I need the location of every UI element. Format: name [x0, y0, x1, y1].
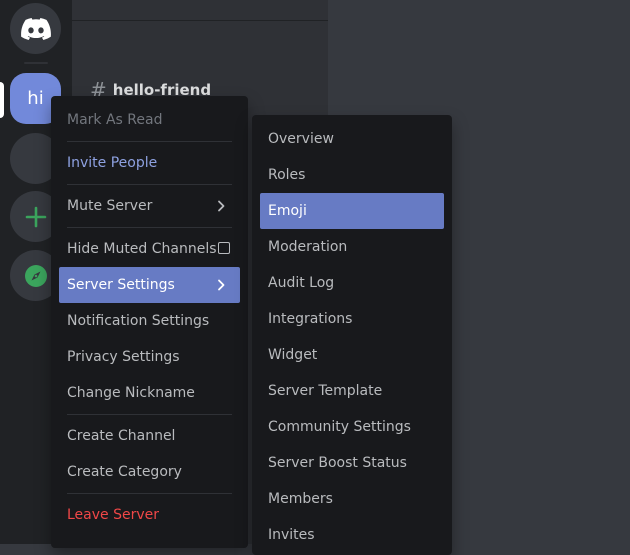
rail-divider [24, 62, 48, 64]
compass-icon [24, 264, 47, 287]
submenu-roles[interactable]: Roles [260, 157, 444, 193]
submenu-audit-log[interactable]: Audit Log [260, 265, 444, 301]
server-header [72, 0, 328, 21]
submenu-emoji[interactable]: Emoji [260, 193, 444, 229]
menu-item-label: Mute Server [67, 198, 153, 214]
menu-create-channel[interactable]: Create Channel [59, 418, 240, 454]
submenu-item-label: Emoji [268, 203, 307, 219]
active-server-pill [0, 82, 4, 118]
menu-mark-as-read[interactable]: Mark As Read [59, 102, 240, 138]
menu-divider [67, 227, 232, 228]
submenu-item-label: Integrations [268, 311, 353, 327]
menu-item-label: Change Nickname [67, 385, 195, 401]
menu-item-label: Create Category [67, 464, 182, 480]
submenu-item-label: Community Settings [268, 419, 411, 435]
menu-divider [67, 414, 232, 415]
menu-privacy-settings[interactable]: Privacy Settings [59, 339, 240, 375]
chevron-right-icon [218, 279, 225, 291]
menu-item-label: Hide Muted Channels [67, 241, 217, 257]
submenu-item-label: Audit Log [268, 275, 335, 291]
submenu-server-template[interactable]: Server Template [260, 373, 444, 409]
server-settings-submenu: Overview Roles Emoji Moderation Audit Lo… [252, 115, 452, 555]
server-hi-label: hi [27, 88, 44, 109]
submenu-item-label: Server Template [268, 383, 383, 399]
menu-create-category[interactable]: Create Category [59, 454, 240, 490]
menu-divider [67, 184, 232, 185]
chevron-right-icon [218, 200, 225, 212]
menu-item-label: Privacy Settings [67, 349, 180, 365]
submenu-item-label: Widget [268, 347, 318, 363]
home-button[interactable] [10, 3, 61, 54]
submenu-moderation[interactable]: Moderation [260, 229, 444, 265]
menu-invite-people[interactable]: Invite People [59, 145, 240, 181]
submenu-item-label: Server Boost Status [268, 455, 407, 471]
menu-mute-server[interactable]: Mute Server [59, 188, 240, 224]
submenu-integrations[interactable]: Integrations [260, 301, 444, 337]
discord-logo-icon [20, 17, 51, 40]
menu-item-label: Invite People [67, 155, 158, 171]
menu-server-settings[interactable]: Server Settings [59, 267, 240, 303]
submenu-community-settings[interactable]: Community Settings [260, 409, 444, 445]
submenu-widget[interactable]: Widget [260, 337, 444, 373]
submenu-server-boost-status[interactable]: Server Boost Status [260, 445, 444, 481]
menu-item-label: Create Channel [67, 428, 176, 444]
menu-notification-settings[interactable]: Notification Settings [59, 303, 240, 339]
menu-item-label: Notification Settings [67, 313, 210, 329]
menu-divider [67, 493, 232, 494]
menu-item-label: Server Settings [67, 277, 175, 293]
server-context-menu: Mark As Read Invite People Mute Server H… [51, 96, 248, 548]
submenu-invites[interactable]: Invites [260, 517, 444, 553]
menu-leave-server[interactable]: Leave Server [59, 497, 240, 533]
submenu-overview[interactable]: Overview [260, 121, 444, 157]
checkbox-icon[interactable] [218, 242, 230, 254]
submenu-members[interactable]: Members [260, 481, 444, 517]
menu-item-label: Mark As Read [67, 112, 163, 128]
submenu-item-label: Overview [268, 131, 334, 147]
plus-icon [25, 206, 46, 227]
submenu-item-label: Invites [268, 527, 315, 543]
menu-item-label: Leave Server [67, 507, 160, 523]
menu-change-nickname[interactable]: Change Nickname [59, 375, 240, 411]
menu-hide-muted-channels[interactable]: Hide Muted Channels [59, 231, 240, 267]
submenu-item-label: Roles [268, 167, 306, 183]
menu-divider [67, 141, 232, 142]
submenu-item-label: Moderation [268, 239, 348, 255]
submenu-item-label: Members [268, 491, 333, 507]
